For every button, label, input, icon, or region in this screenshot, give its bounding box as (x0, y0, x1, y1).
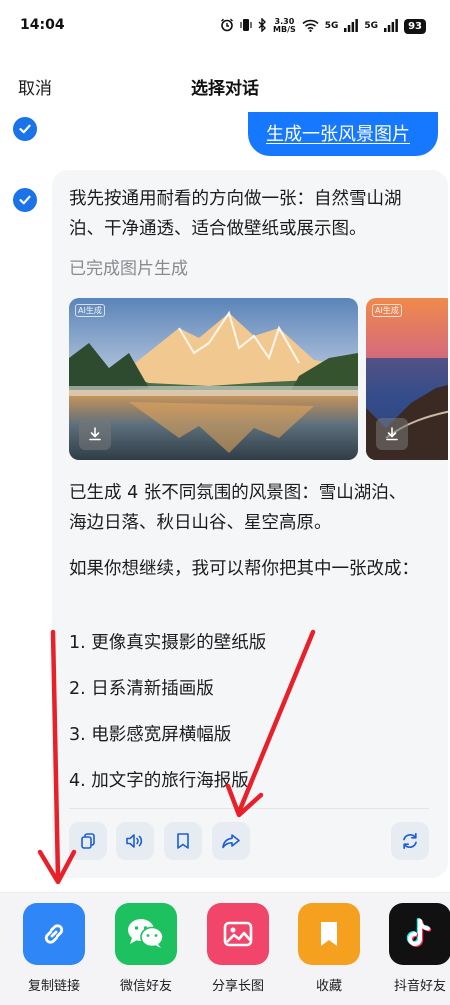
copy-button[interactable] (69, 822, 107, 860)
signal-icon (344, 17, 359, 36)
check-icon (19, 195, 31, 205)
network-speed: 3.30 MB/S (273, 17, 296, 34)
user-message-text: 生成一张风景图片 (266, 124, 410, 145)
option-item: 4. 加文字的旅行海报版 (69, 771, 249, 791)
user-message-checkbox[interactable] (13, 117, 37, 141)
battery-level: 93 (404, 18, 426, 34)
share-label: 分享长图 (211, 979, 264, 994)
copy-icon (81, 833, 95, 849)
douyin-icon (389, 903, 450, 965)
image-icon (207, 903, 269, 965)
wechat-icon (115, 903, 177, 965)
bluetooth-icon (258, 16, 267, 36)
option-item: 3. 电影感宽屏横幅版 (69, 725, 232, 745)
signal-5g-label-2: 5G (364, 21, 379, 31)
ai-intro-text: 我先按通用耐看的方向做一张：自然雪山湖泊、干净通透、适合做壁纸或展示图。 (69, 189, 402, 239)
share-label: 复制链接 (27, 979, 80, 994)
ai-message-card: 我先按通用耐看的方向做一张：自然雪山湖泊、干净通透、适合做壁纸或展示图。 已完成… (52, 170, 448, 878)
mountain-lake-image (69, 298, 358, 460)
ai-generated-tag: AI生成 (372, 304, 402, 317)
check-icon (19, 124, 31, 134)
speaker-icon (126, 834, 143, 848)
share-favorite[interactable]: 收藏 (289, 903, 369, 994)
download-icon (89, 427, 101, 441)
share-button[interactable] (212, 822, 250, 860)
generated-image-2[interactable]: AI生成 (366, 298, 448, 460)
signal-icon-2 (384, 17, 398, 36)
regenerate-button[interactable] (391, 822, 429, 860)
ai-followup-text: 如果你想继续，我可以帮你把其中一张改成： (69, 559, 419, 579)
nav-header: 取消 选择对话 (0, 62, 450, 108)
page-title: 选择对话 (191, 79, 259, 99)
share-long-image[interactable]: 分享长图 (198, 903, 278, 994)
share-label: 微信好友 (119, 979, 172, 994)
status-time: 14:04 (20, 17, 65, 33)
generated-image-1[interactable]: AI生成 (69, 298, 358, 460)
download-button[interactable] (79, 418, 111, 450)
share-icon (222, 834, 240, 849)
wifi-icon (302, 17, 319, 36)
link-icon (23, 903, 85, 965)
regenerate-icon (403, 832, 417, 850)
status-icons: 3.30 MB/S 5G 5G 93 (220, 16, 426, 36)
status-bar: 14:04 3.30 MB/S 5G 5G 93 (0, 0, 450, 52)
vibrate-icon (240, 17, 252, 36)
download-button[interactable] (376, 418, 408, 450)
share-label: 抖音好友 (393, 979, 446, 994)
user-message-bubble[interactable]: 生成一张风景图片 (248, 112, 438, 156)
ai-generated-tag: AI生成 (75, 304, 105, 317)
bookmark-icon (298, 903, 360, 965)
ai-generation-status: 已完成图片生成 (69, 259, 188, 279)
download-icon (386, 427, 398, 441)
share-wechat-friend[interactable]: 微信好友 (106, 903, 186, 994)
share-label: 收藏 (315, 979, 342, 994)
divider (69, 808, 429, 809)
share-sheet: 复制链接 微信好友 分享长图 收藏 抖音好友 (0, 892, 450, 1005)
ai-summary-text: 已生成 4 张不同氛围的风景图：雪山湖泊、海边日落、秋日山谷、星空高原。 (69, 483, 407, 533)
alarm-icon (220, 17, 234, 36)
option-item: 2. 日系清新插画版 (69, 679, 214, 699)
share-copy-link[interactable]: 复制链接 (14, 903, 94, 994)
bookmark-icon (177, 833, 189, 849)
ai-message-checkbox[interactable] (13, 188, 37, 212)
bookmark-button[interactable] (164, 822, 202, 860)
read-aloud-button[interactable] (116, 822, 154, 860)
option-item: 1. 更像真实摄影的壁纸版 (69, 633, 267, 653)
signal-5g-label: 5G (324, 21, 339, 31)
share-douyin-friend[interactable]: 抖音好友 (380, 903, 450, 994)
